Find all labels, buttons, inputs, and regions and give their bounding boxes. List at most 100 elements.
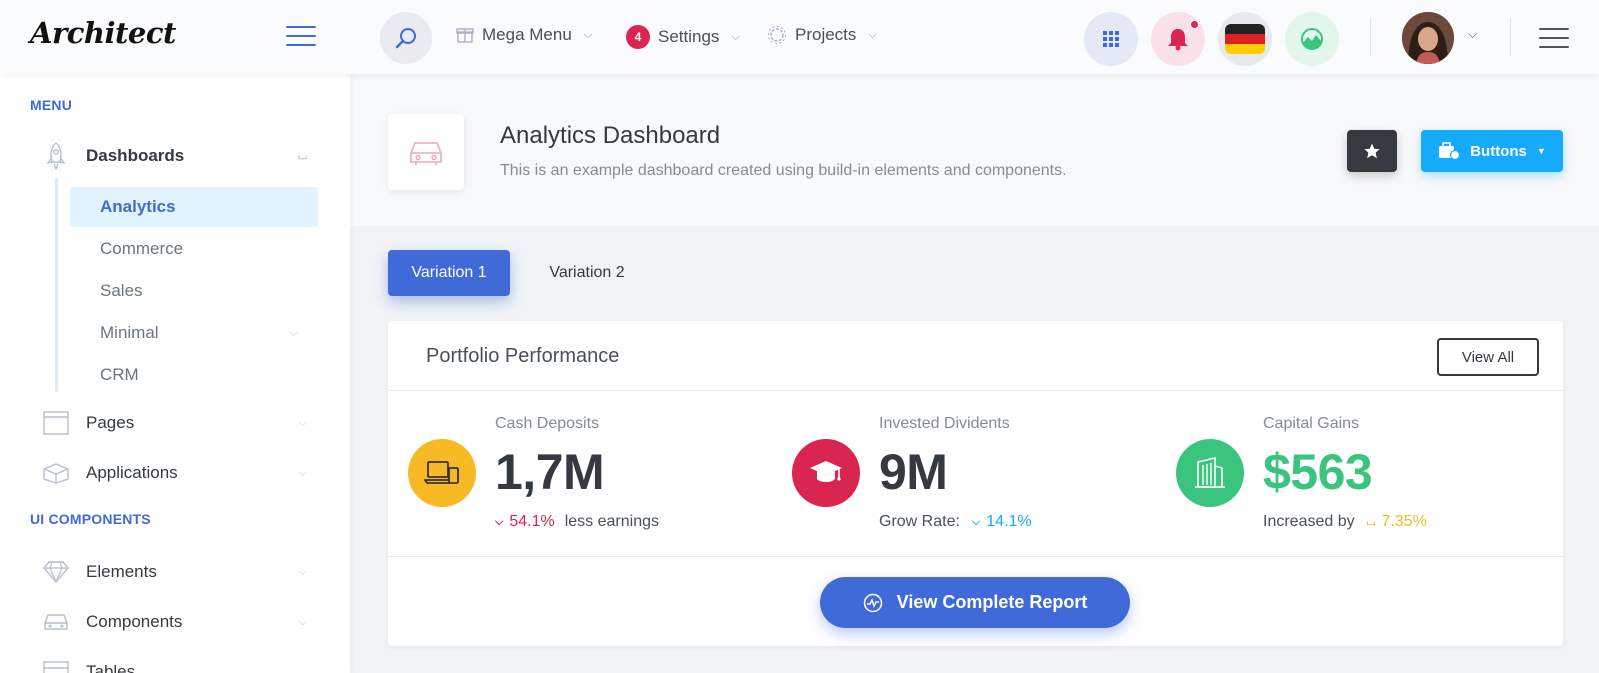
widget-footer: ⌵ 54.1% less earnings (495, 513, 659, 531)
sidebar-subitem-analytics[interactable]: Analytics (70, 187, 318, 227)
car-icon (410, 142, 442, 165)
box-icon (40, 462, 72, 484)
chevron-down-icon: ⌵ (971, 515, 981, 528)
settings-label: Settings (658, 27, 720, 46)
chevron-down-icon: ⌵ (583, 28, 593, 41)
widget-label: Capital Gains (1263, 415, 1360, 432)
notifications-button[interactable] (1151, 12, 1205, 66)
view-all-button[interactable]: View All (1437, 338, 1539, 376)
gift-icon (456, 28, 474, 43)
sidebar-subitem-sales[interactable]: Sales (70, 271, 318, 311)
chevron-down-icon: ⌵ (731, 30, 740, 43)
mega-menu-nav[interactable]: Mega Menu ⌵ (456, 25, 592, 45)
view-complete-report-button[interactable]: View Complete Report (820, 577, 1130, 628)
notification-dot (1190, 20, 1199, 29)
sidebar-subitem-minimal[interactable]: Minimal ⌵ (70, 313, 318, 353)
chevron-down-icon: ⌵ (298, 565, 307, 578)
card-header: Portfolio Performance View All (388, 321, 1563, 391)
search-button[interactable] (380, 12, 432, 64)
sidebar-item-label: Dashboards (86, 146, 185, 165)
page-title: Analytics Dashboard (500, 122, 721, 149)
card-footer: View Complete Report (388, 556, 1563, 646)
sidebar-item-label: Applications (86, 463, 178, 482)
sidebar-item-pages[interactable]: Pages ⌵ (40, 403, 315, 443)
chevron-down-icon: ⌵ (298, 466, 307, 479)
app-header: Architect Mega Menu ⌵ 4 Settings ⌵ Proje… (0, 0, 1599, 74)
card-title: Portfolio Performance (426, 345, 620, 367)
sidebar-item-components[interactable]: Components ⌵ (40, 602, 315, 642)
menu-heading: MENU (30, 97, 73, 113)
tab-variation-2[interactable]: Variation 2 (530, 250, 644, 296)
sidebar-item-label: Components (86, 612, 183, 631)
widget-label: Cash Deposits (495, 415, 600, 432)
projects-label: Projects (795, 25, 857, 44)
apps-grid-button[interactable] (1084, 12, 1138, 66)
diamond-icon (40, 561, 72, 583)
building-icon-circle (1176, 439, 1244, 507)
chevron-down-icon[interactable]: ⌵ (1468, 27, 1477, 42)
projects-nav[interactable]: Projects ⌵ (767, 25, 877, 45)
widget-footer: Increased by ⌴ 7.35% (1263, 513, 1427, 531)
sidebar: MENU Dashboards ⌴ Analytics Commerce Sal… (0, 74, 350, 673)
capital-gains-widget: Capital Gains $563 Increased by ⌴ 7.35% (1156, 391, 1548, 556)
widget-change: 7.35% (1381, 513, 1427, 530)
sidebar-item-label: Elements (86, 562, 157, 581)
grid-icon (1103, 31, 1119, 47)
sidebar-subitem-crm[interactable]: CRM (70, 355, 318, 395)
german-flag-icon (1225, 24, 1265, 54)
settings-nav[interactable]: 4 Settings ⌵ (626, 25, 740, 49)
chevron-down-icon: ⌵ (298, 416, 307, 429)
widget-label: Invested Dividents (879, 415, 1010, 432)
widget-change: 54.1% (509, 513, 555, 530)
tab-variation-1[interactable]: Variation 1 (388, 250, 510, 296)
buttons-label: Buttons (1470, 142, 1527, 160)
activity-button[interactable] (1285, 12, 1339, 66)
favorite-button[interactable] (1347, 130, 1397, 172)
chevron-down-icon: ⌵ (289, 326, 298, 339)
laptop-icon-circle (408, 439, 476, 507)
sidebar-subitem-commerce[interactable]: Commerce (70, 229, 318, 269)
chevron-down-icon: ⌵ (298, 615, 307, 628)
chevron-up-icon: ⌴ (298, 149, 307, 162)
graduation-cap-icon (810, 461, 842, 482)
search-icon (395, 28, 416, 49)
widget-change: 14.1% (986, 513, 1032, 530)
pulse-icon (863, 593, 882, 612)
cog-icon (768, 26, 786, 44)
sidebar-item-applications[interactable]: Applications ⌵ (40, 453, 315, 493)
sidebar-item-elements[interactable]: Elements ⌵ (40, 552, 315, 592)
building-icon (1195, 456, 1225, 488)
cash-deposits-widget: Cash Deposits 1,7M ⌵ 54.1% less earnings (388, 391, 780, 556)
header-divider (1370, 18, 1371, 56)
buttons-dropdown[interactable]: Buttons ▼ (1421, 130, 1563, 172)
caret-down-icon: ▼ (1536, 146, 1546, 156)
language-button[interactable] (1218, 12, 1272, 66)
widget-prefix: Increased by (1263, 513, 1355, 530)
page-subtitle: This is an example dashboard created usi… (500, 162, 1067, 179)
sidebar-toggle-button[interactable] (286, 26, 316, 46)
sidebar-subitem-label: CRM (100, 365, 139, 384)
settings-menu-button[interactable] (1539, 28, 1569, 48)
page-title-icon-box (388, 114, 464, 190)
invested-dividends-widget: Invested Dividents 9M Grow Rate: ⌵ 14.1% (772, 391, 1164, 556)
bell-icon (1168, 29, 1188, 51)
sidebar-item-tables[interactable]: Tables (40, 652, 315, 673)
page-title-area (350, 74, 1599, 226)
sidebar-item-dashboards[interactable]: Dashboards ⌴ (40, 136, 315, 176)
widget-footer: Grow Rate: ⌵ 14.1% (879, 513, 1032, 531)
ui-components-heading: UI COMPONENTS (30, 511, 151, 527)
chevron-down-icon: ⌵ (868, 28, 877, 41)
laptop-icon (424, 461, 459, 484)
car-icon (40, 611, 72, 633)
sidebar-subitem-label: Sales (100, 281, 143, 300)
rocket-icon (40, 142, 72, 170)
chart-icon (1301, 28, 1323, 50)
logo[interactable]: Architect (30, 16, 176, 50)
chevron-up-icon: ⌴ (1366, 515, 1376, 528)
sidebar-item-label: Pages (86, 413, 135, 432)
portfolio-performance-card: Portfolio Performance View All Cash Depo… (388, 321, 1563, 646)
widget-value: $563 (1263, 444, 1373, 500)
report-button-label: View Complete Report (896, 592, 1088, 612)
avatar[interactable] (1402, 12, 1454, 64)
star-icon (1364, 143, 1380, 159)
